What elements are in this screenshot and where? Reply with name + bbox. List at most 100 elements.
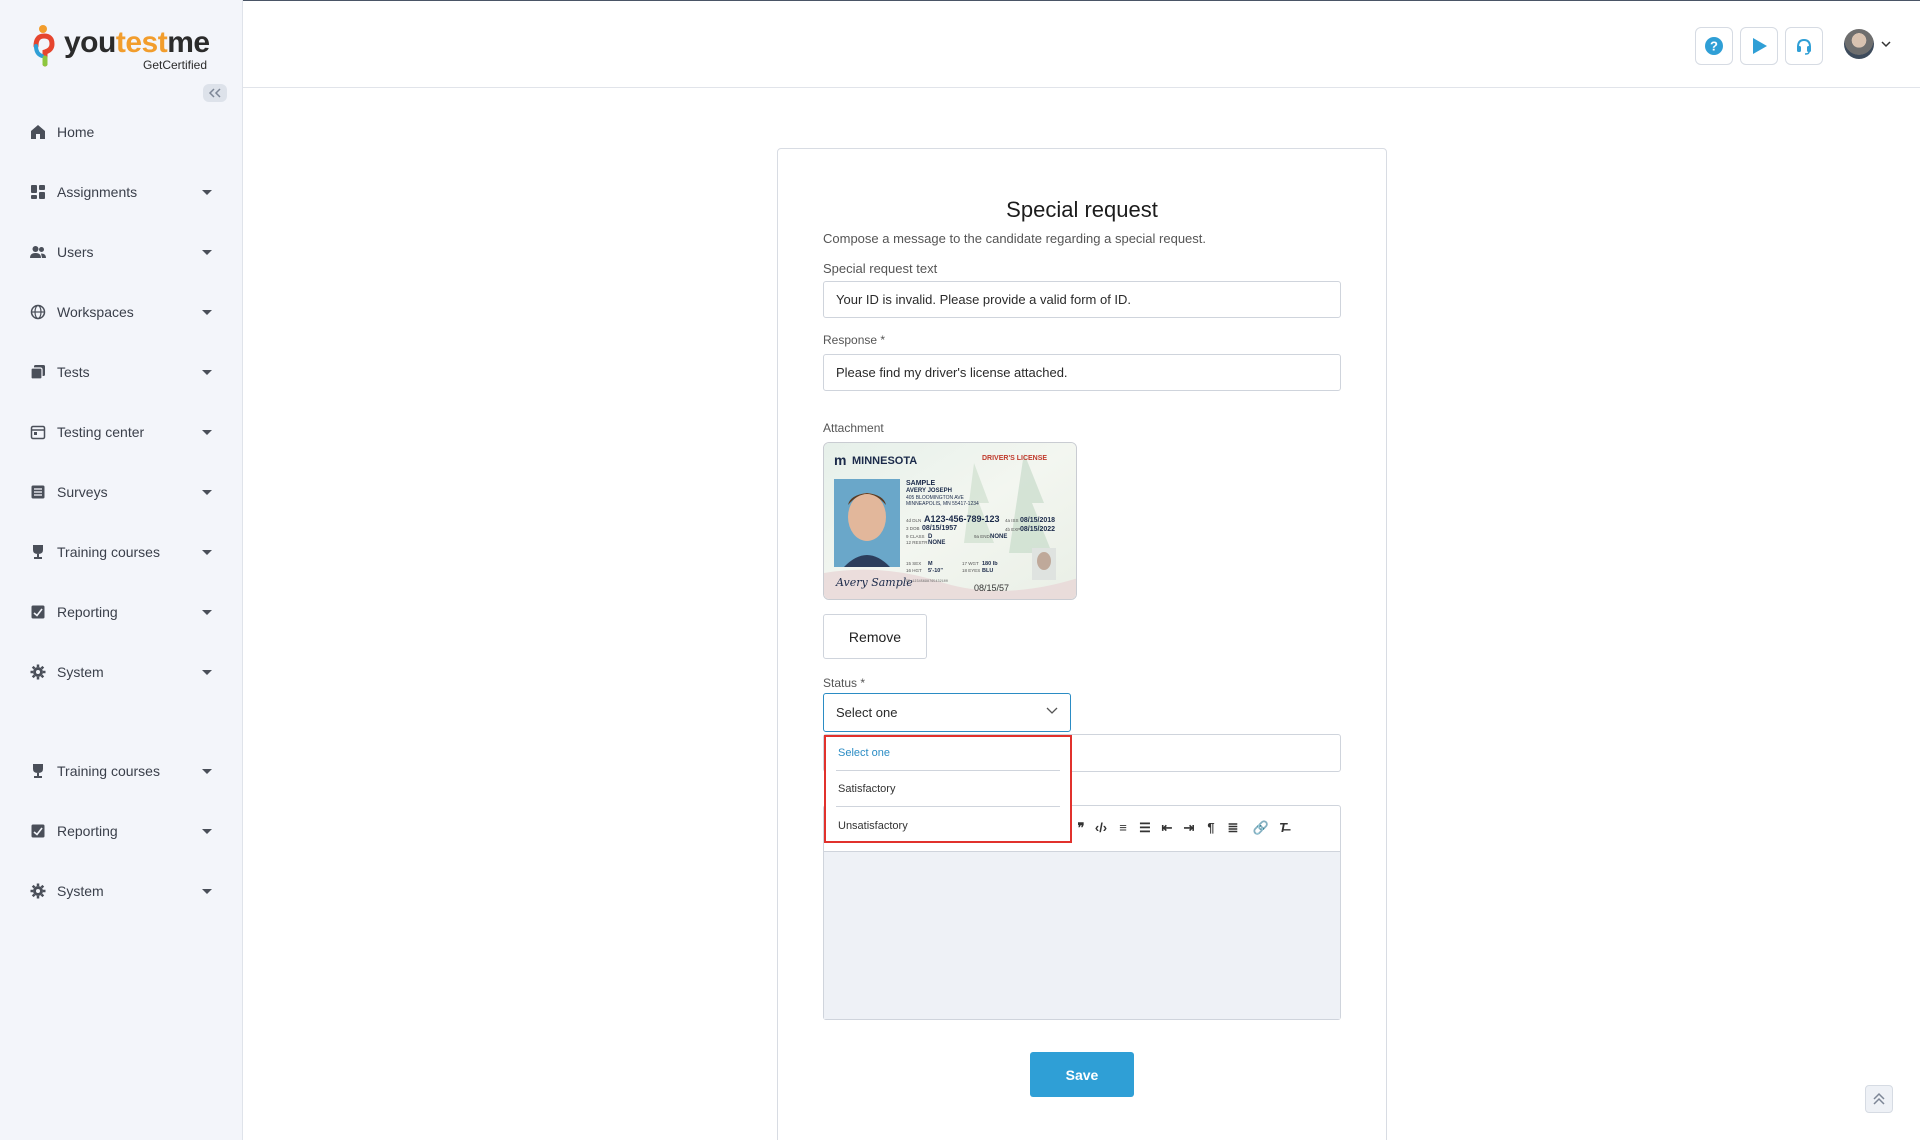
caret-down-icon [202,309,212,315]
sidebar: youtestme GetCertified Home Assignments … [0,0,243,1140]
svg-text:m: m [834,452,846,468]
response-field[interactable]: Please find my driver's license attached… [823,354,1341,391]
license-dl-label: 4d DLN [906,518,921,523]
sidebar-item-users[interactable]: Users [0,232,243,272]
status-select[interactable]: Select one [823,693,1071,732]
caret-down-icon [202,249,212,255]
logo-mark-icon [33,25,55,67]
code-icon[interactable]: ‹/› [1092,820,1110,835]
license-iss: 08/15/2018 [1020,517,1055,524]
editor-body[interactable] [824,852,1340,1019]
special-request-value: Your ID is invalid. Please provide a val… [836,292,1132,307]
sidebar-item-reporting-2[interactable]: Reporting [0,811,243,851]
license-end-label: 9a END [974,534,991,539]
logo-tagline: GetCertified [143,58,208,72]
sidebar-item-label: Testing center [57,424,145,440]
attachment-image[interactable]: m MINNESOTA DRIVER'S LICENSE SAMPLE AVER… [823,442,1077,600]
status-option-select-one[interactable]: Select one [838,747,890,759]
license-hgt-label: 16 HGT [906,568,922,573]
gear-icon [29,663,47,681]
ordered-list-icon[interactable]: ≡ [1114,820,1132,835]
remove-attachment-button[interactable]: Remove [823,614,927,659]
license-line4: MINNEAPOLIS, MN 55417-1234 [906,501,979,507]
license-rest: NONE [928,540,945,546]
logo[interactable]: youtestme GetCertified [30,22,220,74]
sidebar-item-system-2[interactable]: System [0,871,243,911]
help-icon: ? [1705,37,1723,55]
license-eyes: BLU [982,568,993,574]
help-button[interactable]: ? [1695,27,1733,65]
sidebar-item-workspaces[interactable]: Workspaces [0,292,243,332]
sidebar-item-assignments[interactable]: Assignments [0,172,243,212]
license-iss-label: 4a ISS [1005,518,1019,523]
avatar[interactable] [1844,29,1874,59]
license-dob: 08/15/1957 [922,525,957,532]
sidebar-item-label: Training courses [57,544,160,560]
sidebar-item-system[interactable]: System [0,652,243,692]
sidebar-item-label: System [57,664,104,680]
sidebar-item-training-courses-2[interactable]: Training courses [0,751,243,791]
license-signature: Avery Sample [835,576,913,589]
sidebar-item-label: Tests [57,364,90,380]
report-icon [29,603,47,621]
sidebar-item-home[interactable]: Home [0,112,243,152]
sidebar-item-label: Reporting [57,604,118,620]
collapse-sidebar-button[interactable] [203,84,227,102]
double-chevron-up-icon [1873,1092,1885,1105]
license-bottom-date: 08/15/57 [974,583,1009,593]
save-button[interactable]: Save [1030,1052,1134,1097]
headset-icon [1797,38,1811,55]
caret-down-icon [202,768,212,774]
drivers-license-image: m MINNESOTA DRIVER'S LICENSE SAMPLE AVER… [824,443,1076,599]
license-type: DRIVER'S LICENSE [982,455,1047,462]
chevron-down-icon [1046,707,1058,714]
status-label: Status * [823,676,866,690]
sidebar-item-surveys[interactable]: Surveys [0,472,243,512]
indent-icon[interactable]: ⇥ [1180,820,1198,836]
home-icon [29,123,47,141]
status-option-satisfactory[interactable]: Satisfactory [838,783,895,795]
caret-down-icon [202,489,212,495]
sidebar-item-testing-center[interactable]: Testing center [0,412,243,452]
chevron-down-icon[interactable] [1881,39,1891,49]
page-title: Special request [1006,197,1158,222]
sidebar-item-label: Users [57,244,94,260]
license-rest-label: 12 RESTR [906,540,928,545]
clear-format-icon[interactable]: T̶ [1274,820,1292,835]
bullet-list-icon[interactable]: ☰ [1136,820,1154,836]
special-request-card: Special request Compose a message to the… [777,148,1387,1140]
sidebar-item-reporting[interactable]: Reporting [0,592,243,632]
response-value: Please find my driver's license attached… [836,365,1068,380]
blockquote-icon[interactable]: ❞ [1072,820,1090,836]
sidebar-item-label: System [57,883,104,899]
status-option-unsatisfactory[interactable]: Unsatisfactory [838,820,908,832]
special-request-field[interactable]: Your ID is invalid. Please provide a val… [823,281,1341,318]
sidebar-item-tests[interactable]: Tests [0,352,243,392]
license-hgt: 5'-10" [928,568,943,574]
play-button[interactable] [1740,27,1778,65]
status-dropdown: Select one Satisfactory Unsatisfactory [824,735,1072,843]
license-sex: M [928,561,933,567]
attachment-label: Attachment [823,421,884,435]
sidebar-item-label: Workspaces [57,304,134,320]
outdent-icon[interactable]: ⇤ [1158,820,1176,836]
paragraph-direction-icon[interactable]: ¶ [1202,820,1220,835]
license-number: A123-456-789-123 [924,514,1000,524]
caret-down-icon [202,888,212,894]
double-chevron-left-icon [208,88,221,98]
align-icon[interactable]: ≣ [1224,820,1242,836]
license-end: NONE [990,534,1007,540]
users-icon [29,243,47,261]
support-button[interactable] [1785,27,1823,65]
scroll-to-top-button[interactable] [1865,1085,1893,1113]
dropdown-divider [836,770,1060,771]
license-sex-label: 15 SEX [906,561,921,566]
caret-down-icon [202,549,212,555]
link-icon[interactable]: 🔗 [1252,820,1270,836]
sidebar-item-training-courses[interactable]: Training courses [0,532,243,572]
logo-wordmark: youtestme [64,26,210,59]
play-icon [1753,38,1767,54]
sidebar-item-label: Reporting [57,823,118,839]
license-wgt: 180 lb [982,561,998,567]
top-bar: ? [243,0,1920,88]
